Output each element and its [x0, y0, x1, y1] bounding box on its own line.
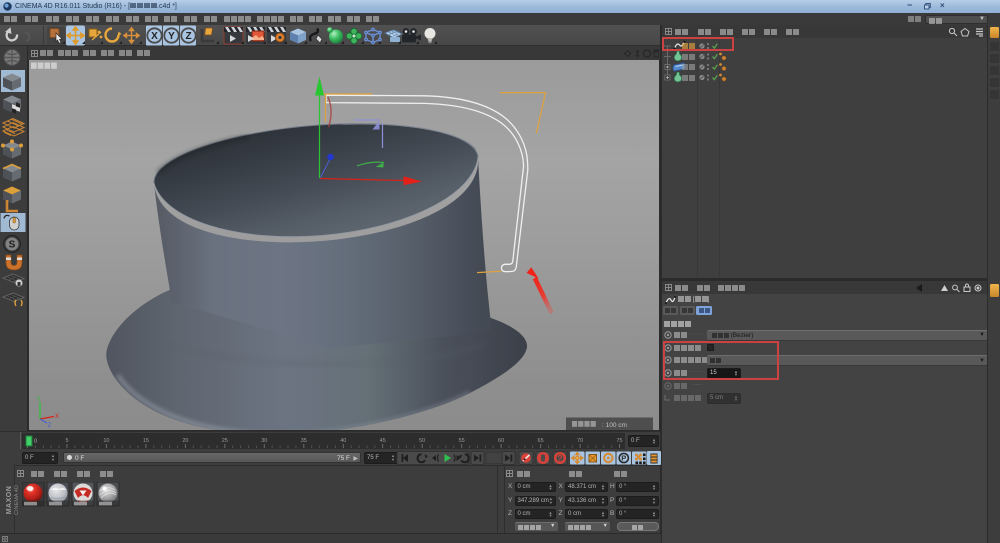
svg-text:Z: Z	[185, 31, 191, 42]
svg-text:75: 75	[616, 438, 622, 444]
svg-text:30: 30	[261, 438, 267, 444]
svg-text:X: X	[151, 31, 158, 42]
svg-text:Y: Y	[37, 397, 41, 403]
svg-text:15: 15	[143, 438, 149, 444]
svg-text:P: P	[621, 454, 626, 463]
svg-text:50: 50	[419, 438, 425, 444]
svg-text:45: 45	[380, 438, 386, 444]
svg-text:35: 35	[301, 438, 307, 444]
svg-text:55: 55	[459, 438, 465, 444]
svg-text:70: 70	[577, 438, 583, 444]
svg-text:10: 10	[103, 438, 109, 444]
svg-text:60: 60	[498, 438, 504, 444]
svg-text:65: 65	[538, 438, 544, 444]
svg-text:?: ?	[558, 454, 563, 463]
svg-text:S: S	[9, 240, 16, 251]
svg-text:40: 40	[340, 438, 346, 444]
svg-text:Z: Z	[48, 423, 52, 429]
svg-text:Y: Y	[168, 31, 175, 42]
svg-text:20: 20	[182, 438, 188, 444]
svg-text:0: 0	[34, 439, 37, 445]
svg-text:25: 25	[222, 438, 228, 444]
svg-text:: 100 cm: : 100 cm	[602, 422, 627, 429]
svg-text:5: 5	[65, 438, 68, 444]
svg-text:X: X	[55, 414, 59, 420]
